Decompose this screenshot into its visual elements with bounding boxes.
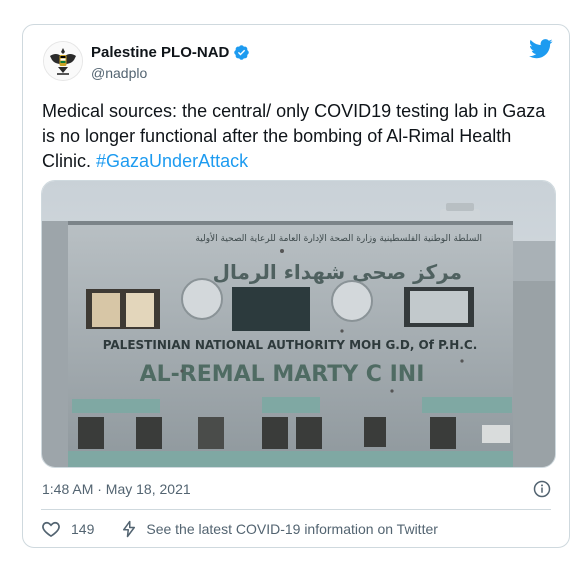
verified-badge-icon bbox=[234, 45, 250, 60]
divider bbox=[41, 509, 551, 510]
tweet-photo[interactable]: السلطة الوطنية الفلسطينية وزارة الصحة ال… bbox=[41, 180, 556, 468]
author-row[interactable]: Palestine PLO-NAD bbox=[91, 44, 250, 61]
like-button[interactable]: 149 bbox=[41, 519, 120, 539]
author-name[interactable]: Palestine PLO-NAD bbox=[91, 44, 229, 61]
hashtag-link[interactable]: #GazaUnderAttack bbox=[96, 151, 248, 171]
covid-info-label: See the latest COVID-19 information on T… bbox=[146, 521, 438, 537]
lightning-icon bbox=[123, 520, 136, 538]
avatar[interactable] bbox=[43, 41, 83, 81]
arabic-sign-line2: مركز صحي شهداء الرمال bbox=[213, 260, 462, 285]
heart-icon bbox=[42, 521, 60, 538]
eagle-emblem-icon bbox=[44, 42, 82, 80]
twitter-bird-icon[interactable] bbox=[529, 39, 553, 59]
tweet-text: Medical sources: the central/ only COVID… bbox=[42, 99, 554, 174]
tweet-timestamp[interactable]: 1:48 AM · May 18, 2021 bbox=[42, 481, 191, 497]
tweet-card[interactable]: Palestine PLO-NAD @nadplo Medical source… bbox=[22, 24, 570, 548]
covid-info-link[interactable]: See the latest COVID-19 information on T… bbox=[120, 519, 438, 539]
author-handle[interactable]: @nadplo bbox=[91, 65, 147, 81]
english-sign-line1: PALESTINIAN NATIONAL AUTHORITY MOH G.D, … bbox=[103, 338, 478, 352]
tweet-actions: 149 See the latest COVID-19 information … bbox=[41, 519, 438, 539]
info-icon[interactable] bbox=[533, 480, 551, 498]
arabic-sign-line1: السلطة الوطنية الفلسطينية وزارة الصحة ال… bbox=[195, 232, 482, 244]
like-count: 149 bbox=[71, 521, 95, 537]
english-sign-line2: AL-REMAL MARTY C INI bbox=[140, 362, 425, 387]
clinic-building-photo: السلطة الوطنية الفلسطينية وزارة الصحة ال… bbox=[42, 181, 555, 467]
